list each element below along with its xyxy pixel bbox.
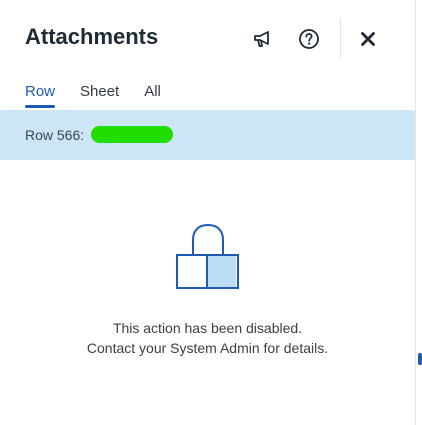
contact-admin-message: Contact your System Admin for details.	[86, 340, 329, 356]
attachments-panel: Attachments Row Sheet All Row 566: This …	[0, 0, 416, 425]
lock-icon	[176, 223, 239, 289]
tab-row[interactable]: Row	[25, 83, 56, 108]
panel-title: Attachments	[25, 24, 159, 49]
tab-sheet[interactable]: Sheet	[80, 83, 119, 108]
scroll-indicator	[418, 353, 422, 365]
announce-button[interactable]	[251, 27, 275, 51]
help-circle-icon	[299, 29, 319, 49]
header-divider	[340, 18, 341, 58]
row-context-bar: Row 566:	[0, 110, 415, 160]
megaphone-icon	[254, 31, 269, 47]
redacted-row-name	[91, 126, 173, 143]
row-label: Row 566:	[25, 127, 85, 143]
attachment-tabs: Row Sheet All	[25, 83, 186, 108]
close-button[interactable]	[356, 27, 380, 51]
disabled-message: This action has been disabled.	[112, 320, 303, 336]
close-icon	[361, 32, 375, 46]
help-button[interactable]	[297, 27, 321, 51]
tab-all[interactable]: All	[144, 83, 161, 108]
